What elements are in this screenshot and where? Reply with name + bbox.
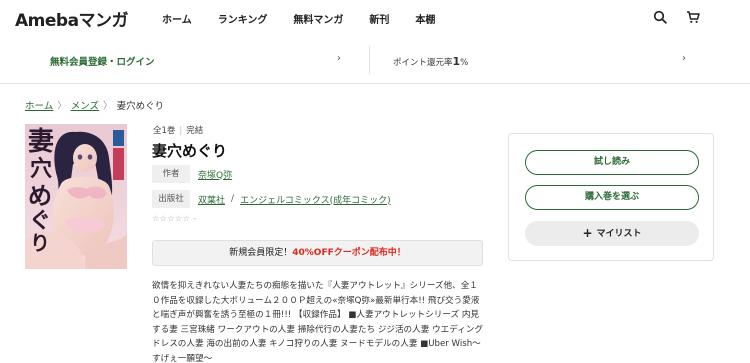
nav-home[interactable]: ホーム (162, 11, 192, 26)
info-bar: 無料会員登録・ログイン › ポイント還元率1% › (0, 38, 750, 84)
nav-free-manga[interactable]: 無料マンガ (293, 11, 343, 26)
completion-status: 完結 (186, 126, 204, 136)
breadcrumb-separator: 〉 (103, 101, 113, 112)
label-link[interactable]: エンジェルコミックス(成年コミック) (240, 193, 391, 206)
chevron-right-icon[interactable]: › (682, 53, 686, 64)
publisher-separator: / (231, 194, 235, 204)
points-rate[interactable]: ポイント還元率1% (393, 55, 468, 68)
search-icon[interactable] (653, 10, 667, 24)
author-link[interactable]: 奈塚Q弥 (198, 168, 232, 181)
coupon-prefix: 新規会員限定！ (229, 248, 293, 258)
trial-read-button[interactable]: 試し読み (525, 150, 699, 175)
book-title: 妻穴めぐり (152, 142, 228, 160)
svg-text:り: り (30, 231, 50, 255)
nav-new-releases[interactable]: 新刊 (369, 11, 389, 26)
book-description: 欲情を抑えきれない人妻たちの痴態を描いた『人妻アウトレット』シリーズ他、全１０作… (152, 281, 484, 363)
action-panel: 試し読み 購入巻を選ぶ + マイリスト (508, 133, 714, 261)
publisher-link[interactable]: 双葉社 (198, 193, 225, 206)
breadcrumb-separator: 〉 (57, 101, 67, 112)
svg-text:め: め (28, 181, 52, 210)
select-volume-button[interactable]: 購入巻を選ぶ (525, 185, 699, 210)
cart-icon[interactable] (686, 10, 700, 24)
site-logo[interactable]: Amebaマンガ (15, 6, 129, 31)
main-nav: ホーム ランキング 無料マンガ 新刊 本棚 (162, 11, 461, 26)
nav-ranking[interactable]: ランキング (218, 11, 268, 26)
breadcrumb-mens[interactable]: メンズ (71, 101, 99, 112)
volume-info: 全1巻 | 完結 (153, 124, 203, 136)
author-label: 作者 (152, 165, 190, 183)
mylist-label: マイリスト (596, 229, 642, 239)
divider (369, 46, 370, 74)
author-row: 作者 奈塚Q弥 (152, 165, 232, 183)
volume-count: 全1巻 (153, 126, 176, 136)
svg-text:妻: 妻 (28, 127, 54, 157)
breadcrumb: ホーム〉メンズ〉妻穴めぐり (25, 98, 164, 112)
divider: | (179, 126, 183, 136)
rating-stars: ☆☆☆☆☆ - (152, 214, 197, 223)
signup-login-link[interactable]: 無料会員登録・ログイン (50, 54, 155, 68)
coupon-banner[interactable]: 新規会員限定！40%OFFクーポン配布中！ (152, 240, 483, 266)
nav-bookshelf[interactable]: 本棚 (415, 11, 435, 26)
points-label: ポイント還元率 (393, 58, 453, 68)
publisher-label: 出版社 (152, 190, 190, 208)
site-header: Amebaマンガ ホーム ランキング 無料マンガ 新刊 本棚 (0, 0, 750, 38)
svg-text:穴: 穴 (30, 156, 52, 182)
breadcrumb-current: 妻穴めぐり (116, 101, 165, 112)
publisher-row: 出版社 双葉社 / エンジェルコミックス(成年コミック) (152, 190, 391, 208)
add-to-mylist-button[interactable]: + マイリスト (525, 221, 699, 246)
book-cover[interactable]: 妻 穴 め ぐ り (25, 124, 127, 269)
coupon-highlight: 40%OFFクーポン配布中！ (292, 248, 406, 258)
chevron-right-icon[interactable]: › (337, 53, 341, 64)
breadcrumb-home[interactable]: ホーム (25, 101, 53, 112)
points-unit: % (460, 58, 469, 68)
plus-icon: + (582, 226, 593, 240)
